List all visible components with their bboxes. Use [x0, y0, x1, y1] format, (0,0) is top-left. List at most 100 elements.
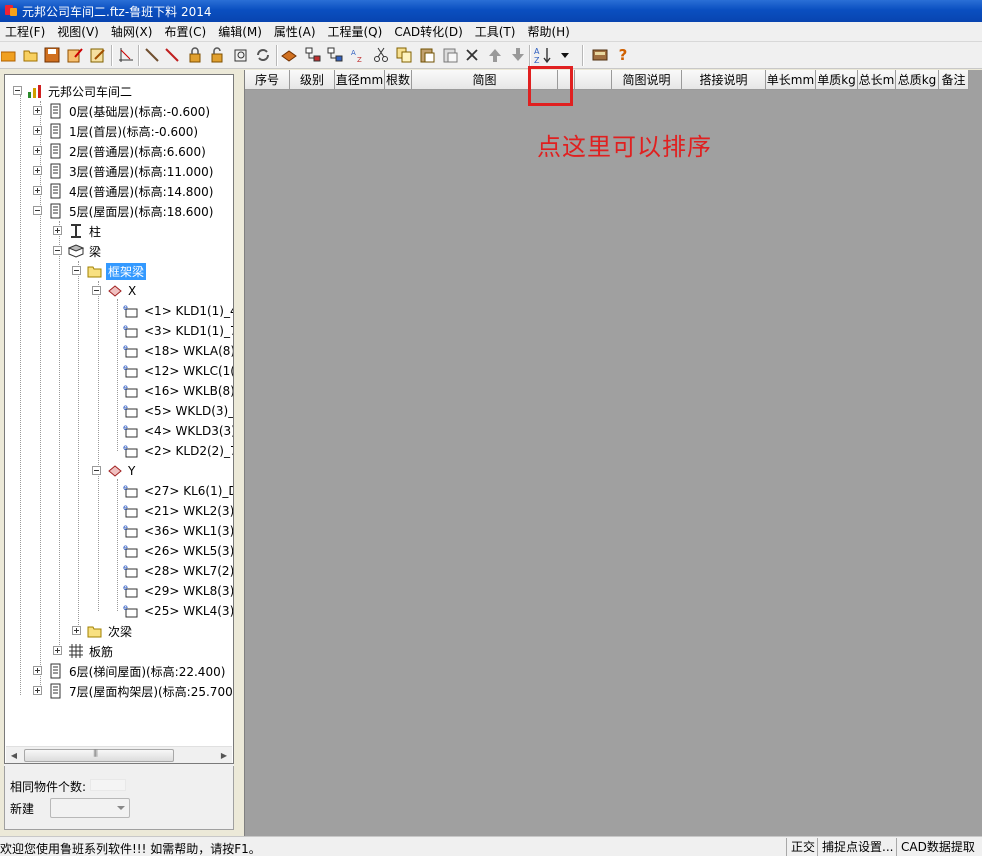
tree-beam-item[interactable]: e <4> WKLD3(3)	[117, 421, 233, 441]
expand-icon[interactable]	[53, 646, 62, 655]
hierarchy-icon[interactable]	[304, 46, 322, 64]
expand-icon[interactable]	[33, 106, 42, 115]
paste-special-icon[interactable]	[441, 46, 459, 64]
collapse-icon[interactable]	[53, 246, 62, 255]
tree-beam-item[interactable]: e <2> KLD2(2)_7	[117, 441, 233, 461]
scroll-thumb[interactable]	[24, 749, 174, 762]
tree-horizontal-scrollbar[interactable]: ◀ ▶	[6, 746, 232, 763]
status-snap-settings[interactable]: 捕捉点设置...	[817, 838, 895, 856]
delete-icon[interactable]	[463, 46, 481, 64]
collapse-icon[interactable]	[13, 86, 22, 95]
tree-frame-beam[interactable]: 框架梁	[72, 261, 147, 281]
menu-edit[interactable]: 编辑(M)	[213, 22, 269, 42]
expand-icon[interactable]	[33, 126, 42, 135]
calculator-icon[interactable]	[591, 46, 609, 64]
tree-beam-item[interactable]: e <5> WKLD(3)_	[117, 401, 233, 421]
col-header-diameter[interactable]: 直径mm	[335, 70, 385, 90]
tree-floor-7[interactable]: 7层(屋面构架层)(标高:25.700)	[33, 681, 233, 701]
menu-project[interactable]: 工程(F)	[0, 22, 52, 42]
tree-floor-4[interactable]: 4层(普通层)(标高:14.800)	[33, 181, 215, 201]
tree-floor-3[interactable]: 3层(普通层)(标高:11.000)	[33, 161, 215, 181]
paste-icon[interactable]	[418, 46, 436, 64]
col-header-grade[interactable]: 级别	[290, 70, 335, 90]
save-icon[interactable]	[43, 46, 61, 64]
collapse-icon[interactable]	[72, 266, 81, 275]
tree-floor-5[interactable]: 5层(屋面层)(标高:18.600)	[33, 201, 215, 221]
collapse-icon[interactable]	[92, 466, 101, 475]
tree-beam-item[interactable]: e <29> WKL8(3)	[117, 581, 233, 601]
expand-icon[interactable]	[33, 686, 42, 695]
expand-icon[interactable]	[72, 626, 81, 635]
col-header-unit-length[interactable]: 单长mm	[766, 70, 816, 90]
tree-floor-2[interactable]: 2层(普通层)(标高:6.600)	[33, 141, 208, 161]
menu-cad-convert[interactable]: CAD转化(D)	[389, 22, 469, 42]
hierarchy-alt-icon[interactable]	[326, 46, 344, 64]
menu-attributes[interactable]: 属性(A)	[269, 22, 323, 42]
tree-beam-item[interactable]: e <21> WKL2(3)	[117, 501, 233, 521]
tree-beam-item[interactable]: e <16> WKLB(8)	[117, 381, 233, 401]
zoom-view-icon[interactable]	[232, 46, 250, 64]
col-header-count[interactable]: 根数	[385, 70, 412, 90]
tree-beam-item[interactable]: e <27> KL6(1)_D	[117, 481, 233, 501]
tree-floor-6[interactable]: 6层(梯间屋面)(标高:22.400)	[33, 661, 227, 681]
new-project-icon[interactable]	[0, 46, 18, 64]
tree-beam-item[interactable]: e <12> WKLC(1(	[117, 361, 233, 381]
axis-icon[interactable]	[117, 46, 135, 64]
collapse-icon[interactable]	[92, 286, 101, 295]
menu-axis-grid[interactable]: 轴网(X)	[106, 22, 160, 42]
unlock-icon[interactable]	[208, 46, 226, 64]
line-red-icon[interactable]	[163, 46, 181, 64]
expand-icon[interactable]	[53, 226, 62, 235]
tree-floor-1[interactable]: 1层(首层)(标高:-0.600)	[33, 121, 200, 141]
tree-beam-item[interactable]: e <25> WKL4(3)	[117, 601, 233, 621]
tree-group-x[interactable]: X	[92, 281, 138, 301]
copy-icon[interactable]	[395, 46, 413, 64]
tree-beam-item[interactable]: e <26> WKL5(3)	[117, 541, 233, 561]
tree-beam-item[interactable]: e <36> WKL1(3)	[117, 521, 233, 541]
col-header-lap-desc[interactable]: 搭接说明	[682, 70, 766, 90]
edit-icon[interactable]	[66, 46, 84, 64]
project-tree[interactable]: 元邦公司车间二 0层(基础层)(标高:-0.600) 1层(首层)(标高:-0.…	[4, 74, 234, 764]
move-down-icon[interactable]	[509, 46, 527, 64]
col-header-total-weight[interactable]: 总质kg	[896, 70, 939, 90]
tree-beam-item[interactable]: e <18> WKLA(8)	[117, 341, 233, 361]
scroll-right-icon[interactable]: ▶	[216, 747, 232, 763]
tree-slab-rebar[interactable]: 板筋	[53, 641, 115, 661]
rebar-table[interactable]: 序号 级别 直径mm 根数 简图 简图说明 搭接说明 单长mm 单质kg 总长m…	[244, 70, 982, 836]
sort-small-icon[interactable]: AZ	[349, 46, 367, 64]
tree-beam-item[interactable]: e <28> WKL7(2)	[117, 561, 233, 581]
menu-tools[interactable]: 工具(T)	[470, 22, 523, 42]
tree-column[interactable]: 柱	[53, 221, 103, 241]
lock-icon[interactable]	[186, 46, 204, 64]
new-select[interactable]	[50, 798, 130, 818]
status-ortho[interactable]: 正交	[786, 838, 816, 856]
col-header-total-length[interactable]: 总长m	[858, 70, 896, 90]
tree-group-y[interactable]: Y	[92, 461, 137, 481]
expand-icon[interactable]	[33, 146, 42, 155]
expand-icon[interactable]	[33, 666, 42, 675]
sort-az-icon[interactable]: AZ	[534, 46, 552, 64]
col-header-unit-weight[interactable]: 单质kg	[816, 70, 858, 90]
tree-beam-item[interactable]: e <3> KLD1(1)_7	[117, 321, 233, 341]
status-cad-extract[interactable]: CAD数据提取	[896, 838, 982, 856]
col-header-index[interactable]: 序号	[245, 70, 290, 90]
col-header-blank2[interactable]	[575, 70, 612, 90]
open-folder-icon[interactable]	[22, 46, 40, 64]
col-header-sketch-desc[interactable]: 简图说明	[612, 70, 682, 90]
menu-layout[interactable]: 布置(C)	[159, 22, 213, 42]
help-icon[interactable]: ?	[614, 46, 632, 64]
tree-beam-item[interactable]: e <1> KLD1(1)_4	[117, 301, 233, 321]
sort-dropdown-icon[interactable]	[556, 46, 574, 64]
book-icon[interactable]	[280, 46, 298, 64]
menu-view[interactable]: 视图(V)	[52, 22, 106, 42]
collapse-icon[interactable]	[33, 206, 42, 215]
scroll-left-icon[interactable]: ◀	[6, 747, 22, 763]
move-up-icon[interactable]	[486, 46, 504, 64]
menu-help[interactable]: 帮助(H)	[522, 22, 576, 42]
line-icon[interactable]	[143, 46, 161, 64]
tree-root[interactable]: 元邦公司车间二	[13, 81, 134, 101]
tree-floor-0[interactable]: 0层(基础层)(标高:-0.600)	[33, 101, 212, 121]
col-header-remark[interactable]: 备注	[939, 70, 969, 90]
expand-icon[interactable]	[33, 166, 42, 175]
tree-beam[interactable]: 梁	[53, 241, 103, 261]
